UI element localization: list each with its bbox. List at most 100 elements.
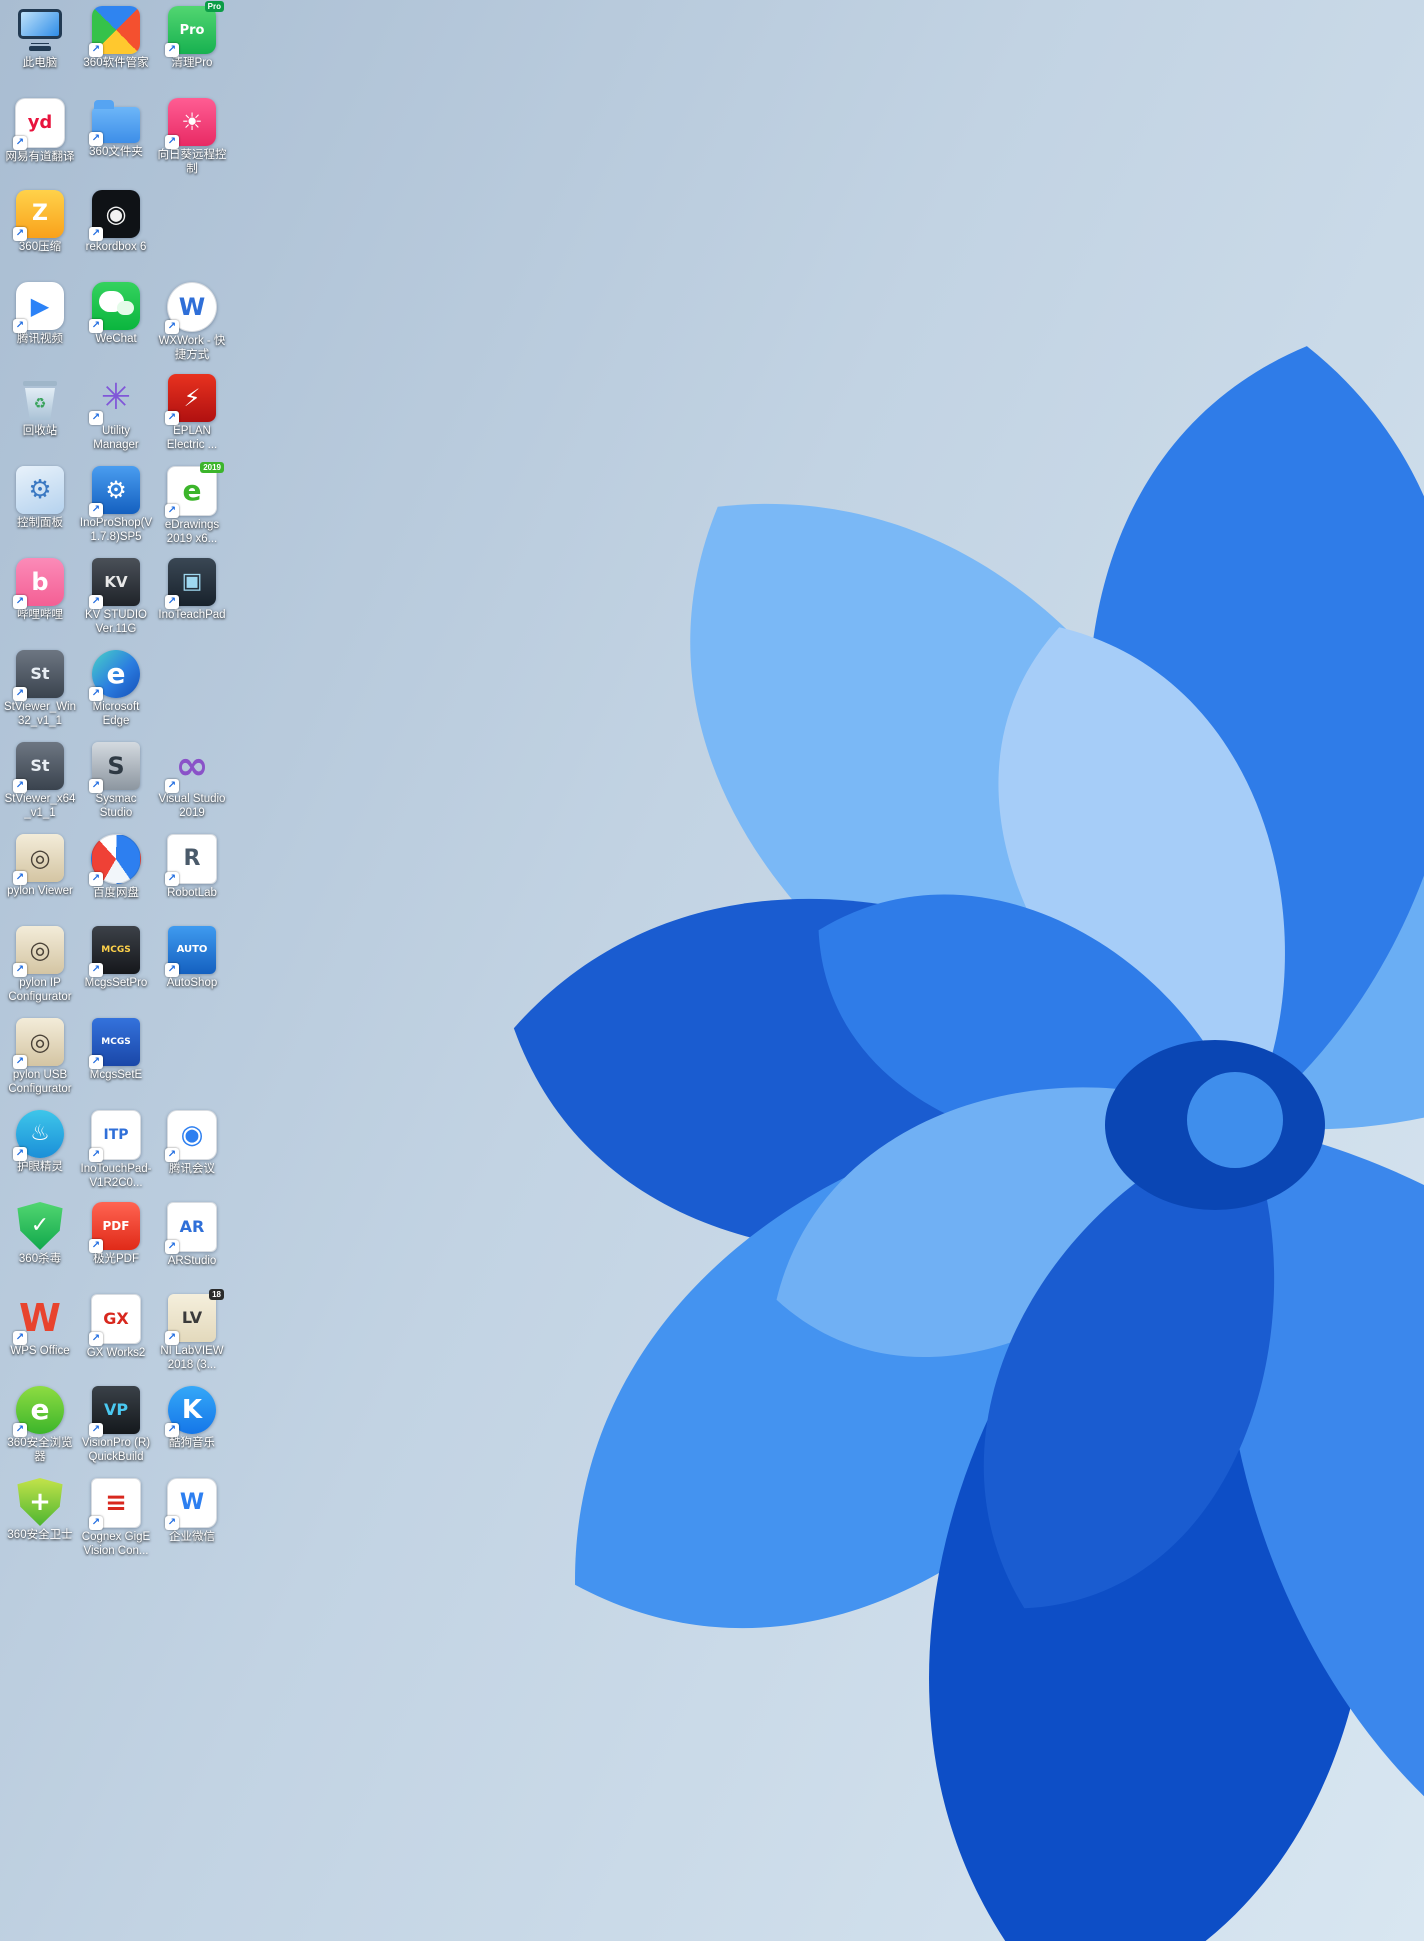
desktop-icon-robotlab[interactable]: R↗RobotLab xyxy=(154,834,230,901)
desktop-icon-edrawings[interactable]: e2019↗eDrawings 2019 x6... xyxy=(154,466,230,546)
desktop-icon-recycle-bin[interactable]: ♻回收站 xyxy=(2,374,78,439)
desktop-icon-label: 百度网盘 xyxy=(93,887,139,901)
desktop-icon-inotouchpad[interactable]: ITP↗InoTouchPad-V1R2C0... xyxy=(78,1110,154,1190)
desktop-icon-kv-studio[interactable]: KV↗KV STUDIO Ver.11G xyxy=(78,558,154,636)
desktop-icon-label: EPLAN Electric ... xyxy=(154,425,230,452)
desktop-icon-wps-office[interactable]: W↗WPS Office xyxy=(2,1294,78,1359)
desktop-icon-mcgssetpro[interactable]: MCGS↗McgsSetPro xyxy=(78,926,154,991)
shortcut-arrow-icon: ↗ xyxy=(165,320,179,334)
desktop-icon-rekordbox-6[interactable]: ◉↗rekordbox 6 xyxy=(78,190,154,255)
desktop-icon-tencent-video[interactable]: ▶↗腾讯视频 xyxy=(2,282,78,347)
desktop-icon-utility-manager[interactable]: ✳↗Utility Manager xyxy=(78,374,154,452)
desktop-icon-360-browser[interactable]: e↗360安全浏览器 xyxy=(2,1386,78,1464)
shortcut-arrow-icon: ↗ xyxy=(89,1423,103,1437)
360-browser-glyph: e xyxy=(31,1396,50,1424)
desktop-icon-this-pc[interactable]: 此电脑 xyxy=(2,6,78,71)
qingli-pro-glyph: Pro xyxy=(180,24,205,37)
desktop-icon-microsoft-edge[interactable]: e↗Microsoft Edge xyxy=(78,650,154,728)
shortcut-arrow-icon: ↗ xyxy=(165,43,179,57)
shortcut-arrow-icon: ↗ xyxy=(89,963,103,977)
desktop-icon-label: Visual Studio 2019 xyxy=(154,793,230,820)
desktop-icon-ni-labview[interactable]: LV18↗NI LabVIEW 2018 (3... xyxy=(154,1294,230,1372)
desktop-icon-qingli-pro[interactable]: ProPro↗清理Pro xyxy=(154,6,230,71)
shortcut-arrow-glyph: ↗ xyxy=(168,1333,176,1343)
arstudio-icon: AR↗ xyxy=(167,1202,217,1252)
shortcut-arrow-icon: ↗ xyxy=(13,1055,27,1069)
shortcut-arrow-glyph: ↗ xyxy=(92,505,100,515)
desktop-icon-tencent-meeting[interactable]: ◉↗腾讯会议 xyxy=(154,1110,230,1177)
desktop-icon-360-folder[interactable]: ↗ 360文件夹 xyxy=(78,98,154,160)
desktop-icon-mcgssete[interactable]: MCGS↗McgsSetE xyxy=(78,1018,154,1083)
shortcut-arrow-glyph: ↗ xyxy=(168,874,176,884)
desktop-icon-label: StViewer_x64_v1_1 xyxy=(2,793,78,820)
shortcut-arrow-icon: ↗ xyxy=(165,1240,179,1254)
desktop-icon-360-zip[interactable]: Z↗360压缩 xyxy=(2,190,78,255)
desktop-surface[interactable]: 此电脑 yd↗网易有道翻译 Z↗360压缩 ▶↗腾讯视频 ♻回收站 ⚙控制面板 b↗哔哩哔哩… xyxy=(0,0,1424,1941)
desktop-icon-label: eDrawings 2019 x6... xyxy=(154,519,230,546)
mcgssete-icon: MCGS↗ xyxy=(92,1018,140,1066)
inoproshop-icon: ⚙↗ xyxy=(92,466,140,514)
shortcut-arrow-glyph: ↗ xyxy=(92,134,100,144)
desktop-icon-pylon-usb-configurator[interactable]: ◎↗pylon USB Configurator xyxy=(2,1018,78,1096)
shortcut-arrow-icon: ↗ xyxy=(165,963,179,977)
desktop-icon-jiguang-pdf[interactable]: PDF↗极光PDF xyxy=(78,1202,154,1267)
stviewer-win32-glyph: St xyxy=(30,666,49,682)
shortcut-arrow-glyph: ↗ xyxy=(92,689,100,699)
shortcut-arrow-glyph: ↗ xyxy=(168,322,176,332)
desktop-icon-eye-guard[interactable]: ♨↗护眼精灵 xyxy=(2,1110,78,1175)
desktop-icon-control-panel[interactable]: ⚙控制面板 xyxy=(2,466,78,531)
shortcut-arrow-icon: ↗ xyxy=(165,1148,179,1162)
desktop-icon-kugou-music[interactable]: K↗酷狗音乐 xyxy=(154,1386,230,1451)
desktop-icon-360-antivirus[interactable]: ✓↗360杀毒 xyxy=(2,1202,78,1267)
desktop-icon-inoteachpad[interactable]: ▣↗InoTeachPad xyxy=(154,558,230,623)
desktop-icon-stviewer-x64[interactable]: St↗StViewer_x64_v1_1 xyxy=(2,742,78,820)
kugou-music-icon: K↗ xyxy=(168,1386,216,1434)
shortcut-arrow-icon: ↗ xyxy=(165,1331,179,1345)
microsoft-edge-icon: e↗ xyxy=(92,650,140,698)
shortcut-arrow-icon: ↗ xyxy=(165,411,179,425)
desktop-icon-label: AutoShop xyxy=(167,977,218,991)
shortcut-arrow-icon: ↗ xyxy=(13,595,27,609)
weixin-work-glyph: W xyxy=(180,1492,204,1514)
shortcut-arrow-glyph: ↗ xyxy=(168,1425,176,1435)
desktop-icon-arstudio[interactable]: AR↗ARStudio xyxy=(154,1202,230,1269)
desktop-icon-visionpro-quickbuild[interactable]: VP↗VisionPro (R) QuickBuild xyxy=(78,1386,154,1464)
desktop-icon-inoproshop[interactable]: ⚙↗InoProShop(V1.7.8)SP5 xyxy=(78,466,154,544)
desktop-icon-stviewer-win32[interactable]: St↗StViewer_Win32_v1_1 xyxy=(2,650,78,728)
desktop-icon-label: 此电脑 xyxy=(23,57,58,71)
desktop-icon-baidu-netdisk[interactable]: ↗百度网盘 xyxy=(78,834,154,901)
desktop-icon-360-software-manager[interactable]: ↗360软件管家 xyxy=(78,6,154,71)
shortcut-arrow-glyph: ↗ xyxy=(16,597,24,607)
shortcut-arrow-icon: ↗ xyxy=(89,779,103,793)
shortcut-arrow-glyph: ↗ xyxy=(168,137,176,147)
desktop-icon-bilibili[interactable]: b↗哔哩哔哩 xyxy=(2,558,78,623)
desktop-icon-label: pylon USB Configurator xyxy=(2,1069,78,1096)
desktop-icon-visual-studio-2019[interactable]: ∞↗Visual Studio 2019 xyxy=(154,742,230,820)
robotlab-glyph: R xyxy=(184,848,201,870)
shortcut-arrow-glyph: ↗ xyxy=(92,1241,100,1251)
desktop-icon-youdao-translate[interactable]: yd↗网易有道翻译 xyxy=(2,98,78,165)
desktop-icon-weixin-work[interactable]: W↗企业微信 xyxy=(154,1478,230,1545)
desktop-icon-pylon-ip-configurator[interactable]: ◎↗pylon IP Configurator xyxy=(2,926,78,1004)
desktop-icon-autoshop[interactable]: AUTO↗AutoShop xyxy=(154,926,230,991)
desktop-icon-sysmac-studio[interactable]: S↗Sysmac Studio xyxy=(78,742,154,820)
desktop-icon-sunflower-remote[interactable]: ☀↗向日葵远程控制 xyxy=(154,98,230,176)
desktop-icon-label: 360文件夹 xyxy=(89,146,143,160)
desktop-icon-gx-works2[interactable]: GX↗GX Works2 xyxy=(78,1294,154,1361)
desktop-icon-360-safeguard[interactable]: +↗360安全卫士 xyxy=(2,1478,78,1543)
desktop-icon-wechat[interactable]: ↗WeChat xyxy=(78,282,154,347)
shortcut-arrow-glyph: ↗ xyxy=(92,45,100,55)
desktop-icon-label: McgsSetPro xyxy=(85,977,148,991)
desktop-icon-label: 360安全卫士 xyxy=(7,1529,72,1543)
desktop-icon-pylon-viewer[interactable]: ◎↗pylon Viewer xyxy=(2,834,78,899)
desktop-icon-cognex-gige[interactable]: ≡↗Cognex GigE Vision Con... xyxy=(78,1478,154,1558)
shortcut-arrow-glyph: ↗ xyxy=(16,1057,24,1067)
shortcut-arrow-icon: ↗ xyxy=(89,595,103,609)
shortcut-arrow-glyph: ↗ xyxy=(16,1425,24,1435)
360-antivirus-glyph: ✓ xyxy=(31,1215,49,1237)
recycle-bin-glyph: ♻ xyxy=(34,397,47,411)
wps-office-icon: W↗ xyxy=(16,1294,64,1342)
desktop-icon-wxwork-shortcut[interactable]: W↗WXWork - 快捷方式 xyxy=(154,282,230,362)
desktop-icon-label: NI LabVIEW 2018 (3... xyxy=(154,1345,230,1372)
desktop-icon-eplan-electric[interactable]: ⚡↗EPLAN Electric ... xyxy=(154,374,230,452)
